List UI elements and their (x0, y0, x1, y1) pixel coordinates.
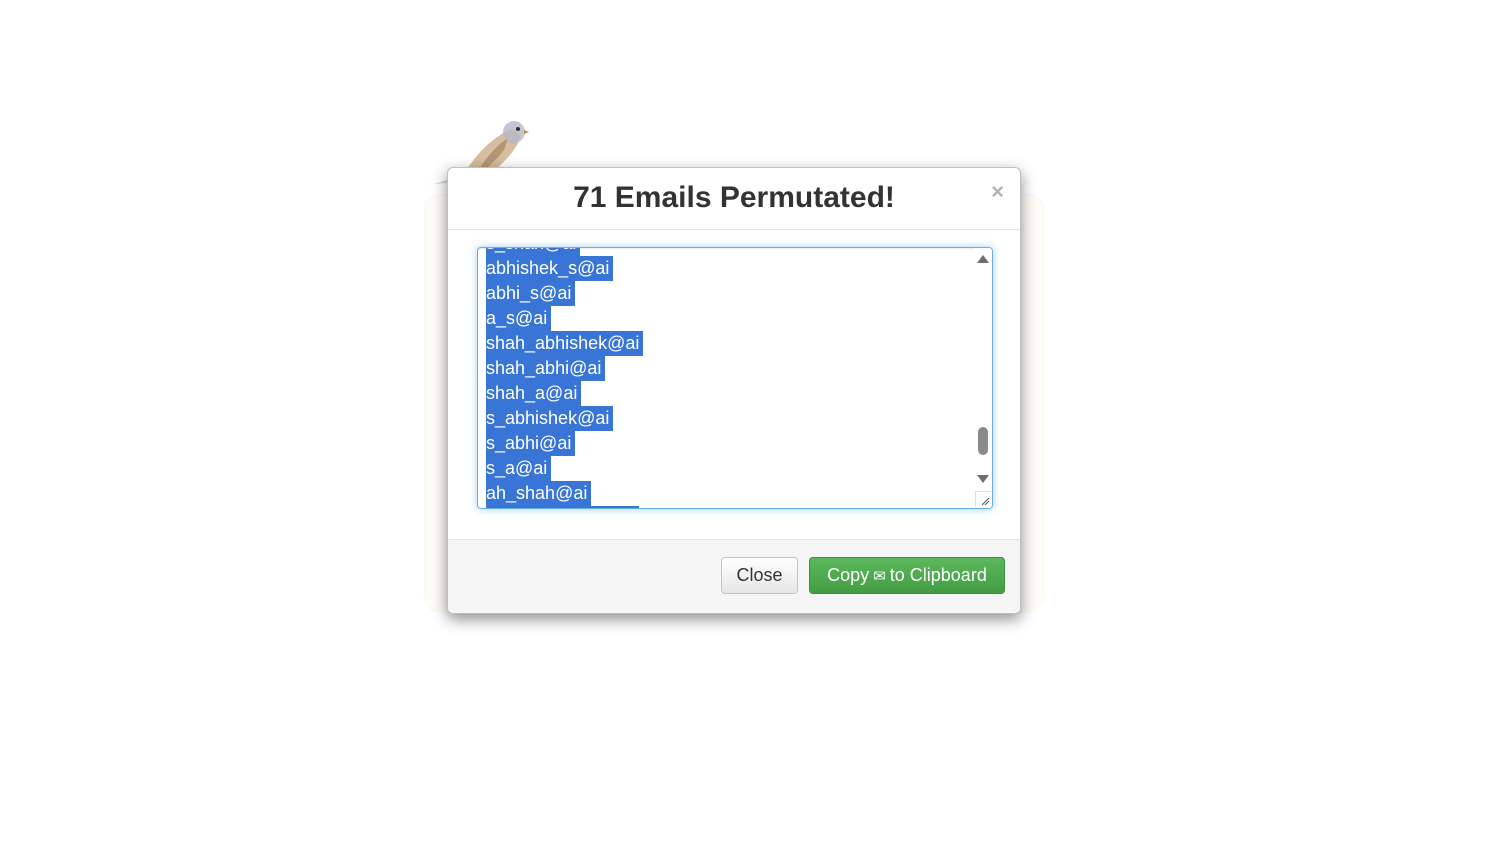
scroll-down-icon[interactable] (977, 475, 989, 483)
scrollbar-thumb[interactable] (978, 427, 988, 455)
email-text: shah_abhishek@ai (486, 331, 644, 356)
scroll-up-icon[interactable] (977, 255, 989, 263)
email-text: s_a@ai (486, 456, 552, 481)
email-list-item: shah_abhishek@ai (486, 331, 972, 356)
email-list-item: abhi_s@ai (486, 281, 972, 306)
email-list: s_shah@aiabhishek_s@aiabhi_s@aia_s@aisha… (486, 248, 972, 508)
email-list-item: a_s@ai (486, 306, 972, 331)
modal-header: 71 Emails Permutated! × (448, 168, 1020, 230)
modal-title: 71 Emails Permutated! (573, 181, 895, 214)
emails-textarea[interactable]: s_shah@aiabhishek_s@aiabhi_s@aia_s@aisha… (477, 247, 993, 509)
email-text: abhi_s@ai (486, 281, 576, 306)
email-list-item: ah_shah@ai (486, 481, 972, 506)
email-list-item: s_abhi@ai (486, 431, 972, 456)
close-icon[interactable]: × (991, 180, 1004, 204)
close-button[interactable]: Close (721, 557, 798, 594)
email-text: shah_abhi@ai (486, 356, 606, 381)
email-text: a_s@ai (486, 306, 552, 331)
email-text: shah_a@ai (486, 381, 582, 406)
email-text: ah_shah@ai (486, 481, 592, 506)
scrollbar[interactable] (974, 248, 992, 508)
permutation-modal: 71 Emails Permutated! × s_shah@aiabhishe… (447, 167, 1021, 614)
email-text: s_abhi@ai (486, 431, 576, 456)
email-list-item: abhishek-shah@ai (486, 506, 972, 508)
email-list-item: s_abhishek@ai (486, 406, 972, 431)
email-text: abhishek_s@ai (486, 256, 614, 281)
resize-grip-icon[interactable] (975, 491, 991, 507)
copy-label-suffix: to Clipboard (889, 565, 987, 585)
email-list-item: abhishek_s@ai (486, 256, 972, 281)
copy-label-prefix: Copy (827, 565, 870, 585)
email-text: s_abhishek@ai (486, 406, 614, 431)
email-list-item: s_a@ai (486, 456, 972, 481)
modal-footer: Close Copy ✉ to Clipboard (448, 539, 1020, 613)
email-list-item: shah_a@ai (486, 381, 972, 406)
copy-to-clipboard-button[interactable]: Copy ✉ to Clipboard (809, 557, 1005, 594)
email-text: s_shah@ai (486, 248, 581, 256)
envelope-icon: ✉ (873, 568, 886, 585)
email-text: abhishek-shah@ai (486, 506, 640, 508)
email-list-item: shah_abhi@ai (486, 356, 972, 381)
email-list-item: s_shah@ai (486, 248, 972, 256)
